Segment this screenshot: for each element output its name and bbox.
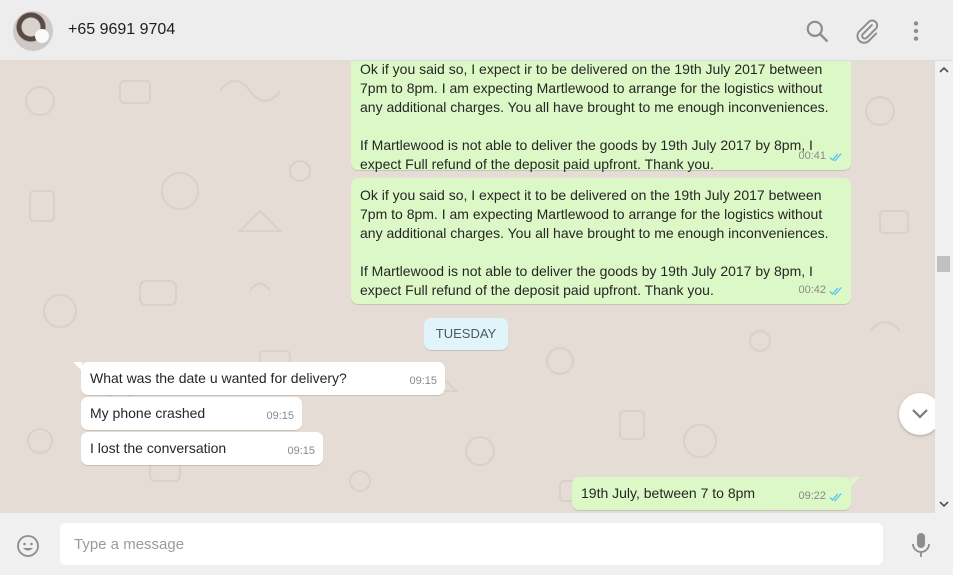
attach-icon[interactable] [854, 18, 880, 44]
scroll-down-arrow-icon[interactable] [939, 499, 949, 509]
conversation-panel[interactable]: Ok if you said so, I expect ir to be del… [0, 61, 935, 513]
message-time: 09:15 [266, 410, 294, 422]
scroll-up-arrow-icon[interactable] [939, 65, 949, 75]
contact-avatar[interactable] [13, 11, 53, 51]
message-text: My phone crashed [90, 405, 206, 421]
message-bubble-outgoing[interactable]: 19th July, between 7 to 8pm 09:22 [572, 477, 851, 510]
double-tick-icon [829, 492, 843, 502]
message-bubble-incoming[interactable]: My phone crashed 09:15 [81, 397, 302, 430]
message-meta: 09:15 [409, 372, 437, 391]
chat-header: +65 9691 9704 [0, 0, 953, 61]
message-meta: 09:15 [266, 407, 294, 426]
chat-scrollbar[interactable] [935, 61, 953, 513]
message-bubble-incoming[interactable]: What was the date u wanted for delivery?… [81, 362, 445, 395]
microphone-icon[interactable] [910, 532, 932, 558]
contact-name[interactable]: +65 9691 9704 [68, 21, 175, 39]
double-tick-icon [829, 152, 843, 162]
menu-icon[interactable] [903, 18, 929, 44]
chevron-down-icon [912, 409, 928, 419]
search-icon[interactable] [804, 18, 830, 44]
message-composer [0, 513, 953, 575]
message-text: I lost the conversation [90, 440, 227, 456]
message-time: 00:41 [798, 150, 826, 162]
message-time: 09:22 [798, 490, 826, 502]
message-bubble-outgoing[interactable]: Ok if you said so, I expect ir to be del… [351, 61, 851, 172]
message-input[interactable] [60, 523, 883, 565]
message-meta: 00:42 [798, 281, 843, 300]
bubble-tail [851, 477, 860, 486]
double-tick-icon [829, 286, 843, 296]
message-time: 00:42 [798, 284, 826, 296]
message-meta: 09:15 [287, 442, 315, 461]
message-bubble-outgoing[interactable]: Ok if you said so, I expect it to be del… [351, 178, 851, 304]
message-text: Ok if you said so, I expect it to be del… [360, 187, 829, 298]
message-time: 09:15 [287, 445, 315, 457]
message-time: 09:15 [409, 375, 437, 387]
emoji-icon[interactable] [16, 534, 40, 558]
message-meta: 00:41 [798, 147, 843, 166]
date-separator: TUESDAY [424, 318, 508, 350]
scrollbar-thumb[interactable] [937, 256, 950, 272]
message-text: What was the date u wanted for delivery? [90, 370, 347, 386]
message-meta: 09:22 [798, 487, 843, 506]
message-bubble-incoming[interactable]: I lost the conversation 09:15 [81, 432, 323, 465]
message-text: Ok if you said so, I expect ir to be del… [360, 61, 829, 172]
